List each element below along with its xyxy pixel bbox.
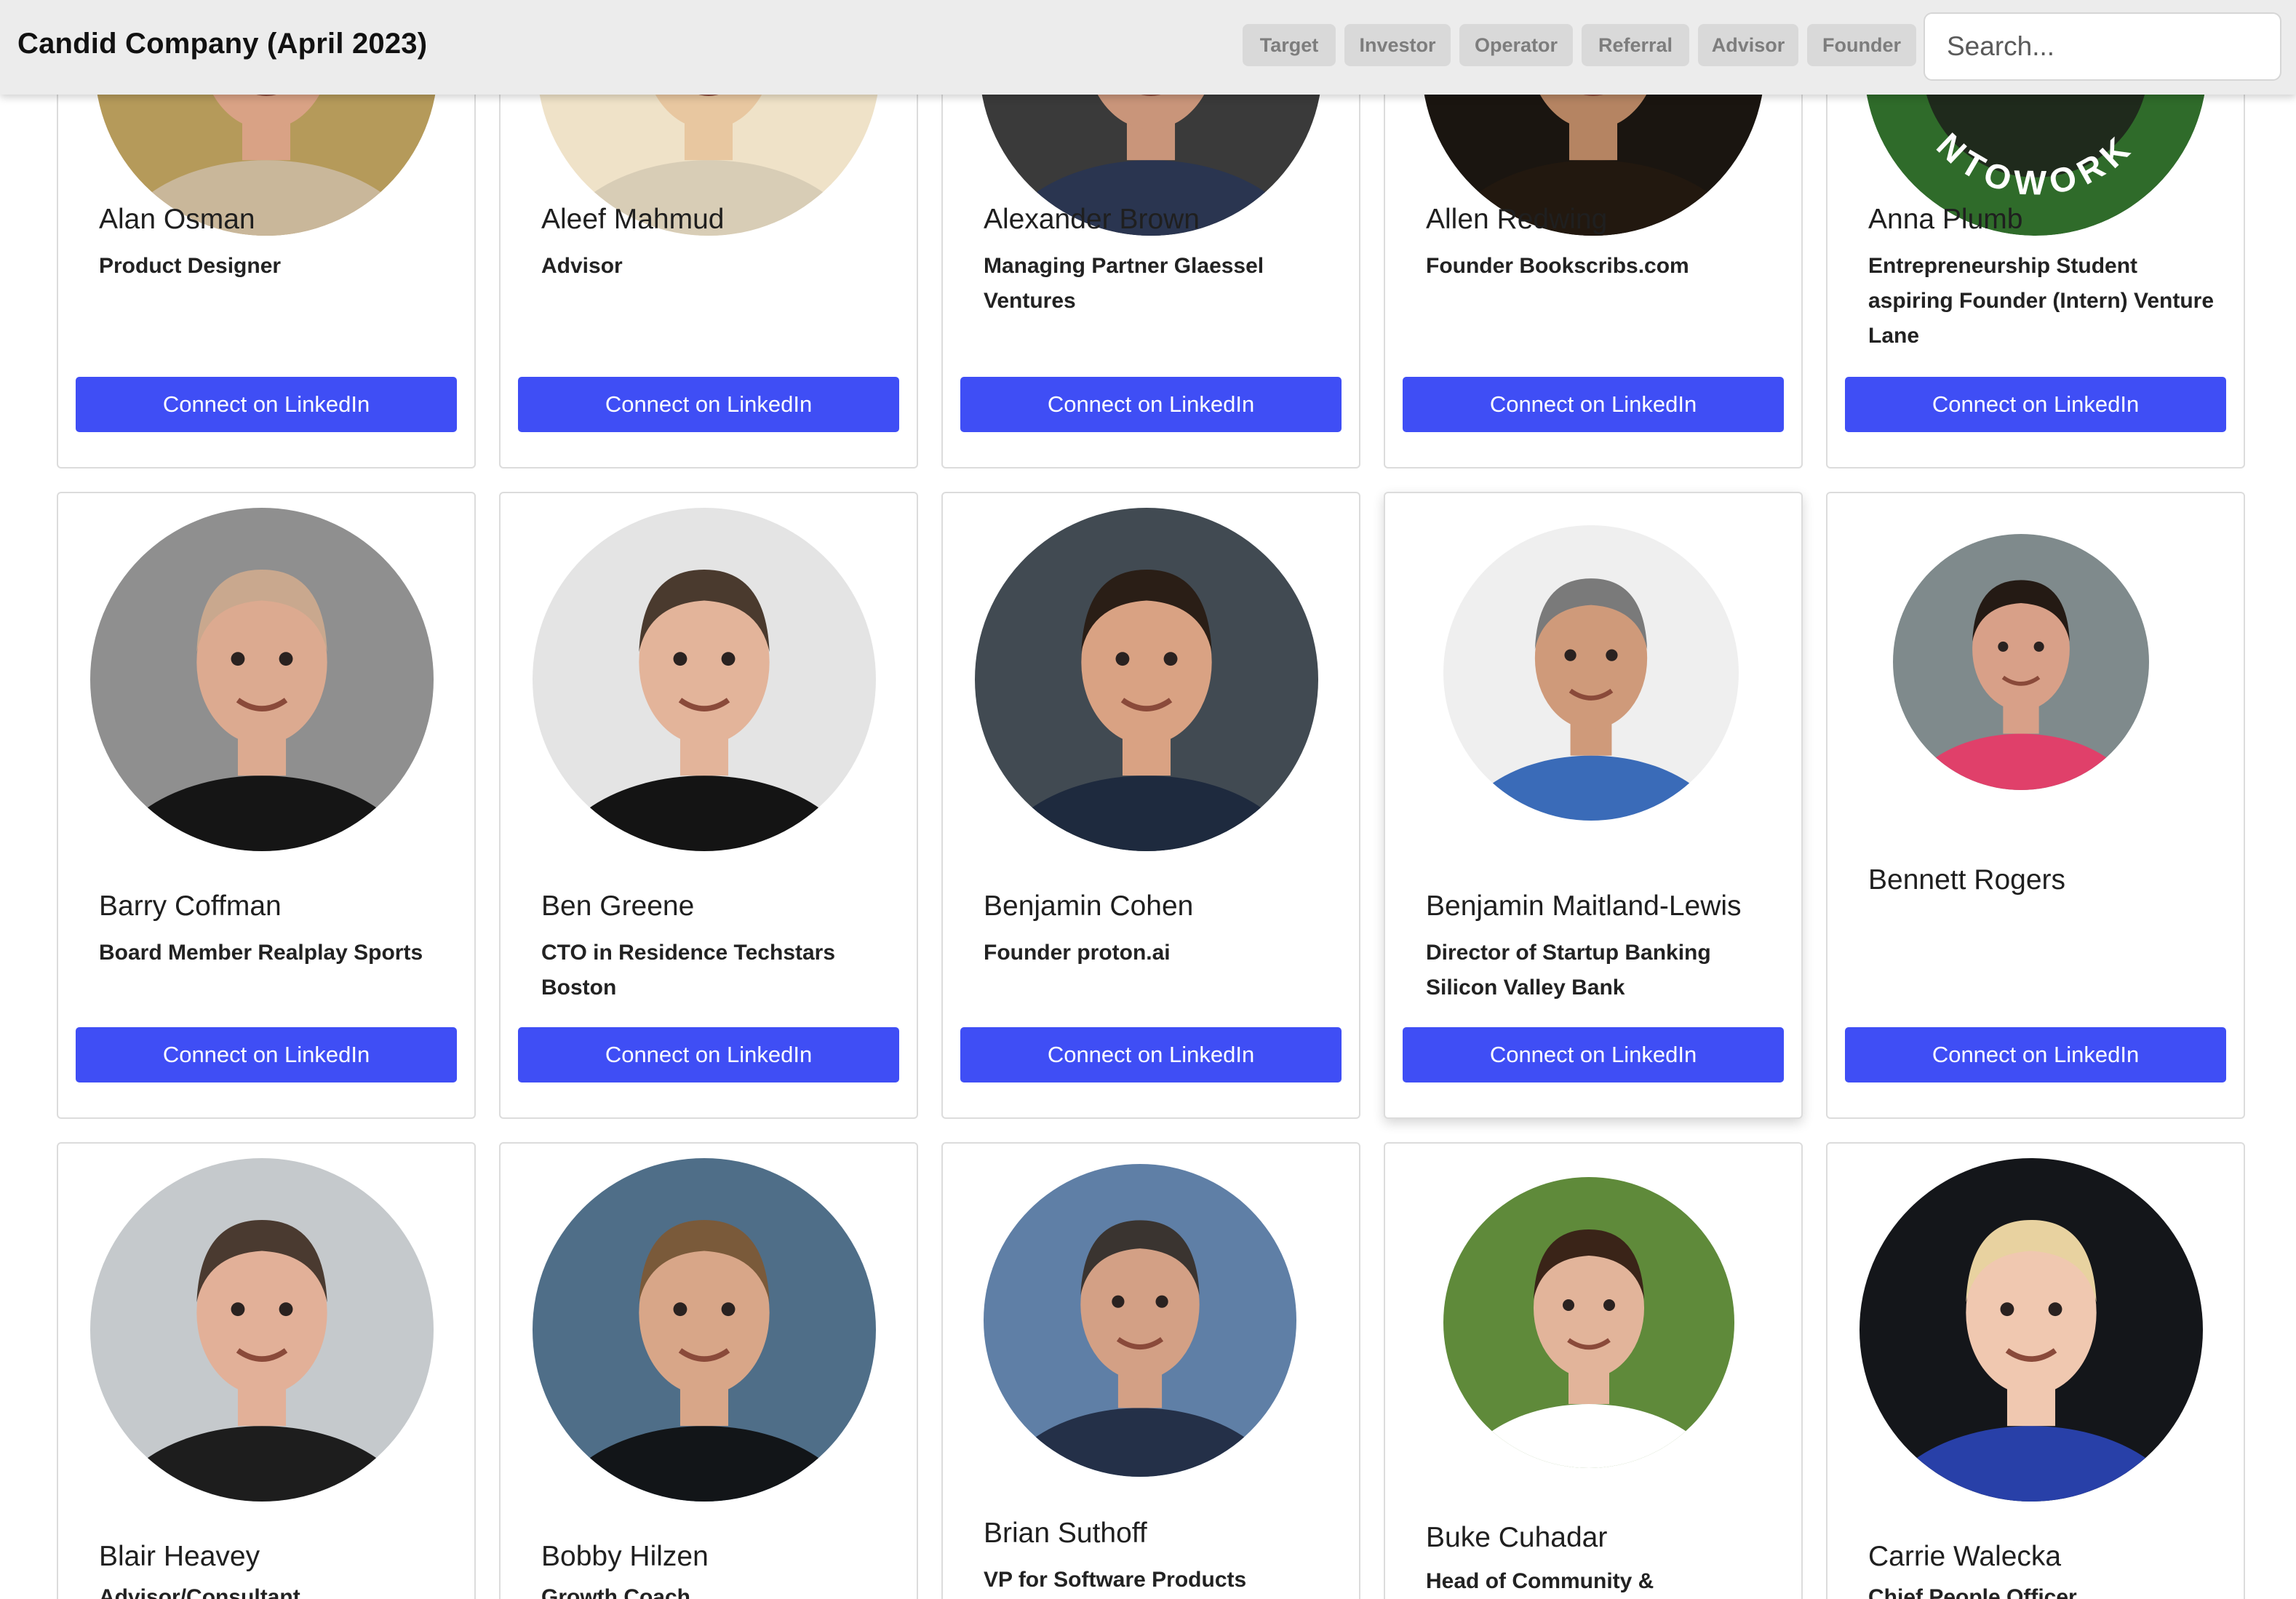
person-name: Allen Redwing [1426,204,1608,235]
connect-linkedin-button[interactable]: Connect on LinkedIn [518,377,899,432]
profile-photo [1443,1177,1734,1468]
person-card: Bennett Rogers Connect on LinkedIn [1826,492,2245,1119]
person-card: Alan Osman Product Designer Connect on L… [57,44,476,468]
person-title: Product Designer [99,254,282,278]
person-name: Brian Suthoff [984,1518,1147,1549]
person-name: Benjamin Maitland-Lewis [1426,890,1742,922]
portrait-graphic [1443,525,1739,821]
page-title: Candid Company (April 2023) [17,28,428,60]
portrait-graphic [984,1164,1296,1477]
portrait-graphic [1443,1177,1734,1468]
person-title: VP for Software Products [984,1568,1247,1592]
profile-photo [1859,1158,2203,1502]
filter-operator[interactable]: Operator [1459,24,1573,66]
connect-linkedin-button[interactable]: Connect on LinkedIn [518,1027,899,1082]
portrait-graphic [533,1158,876,1502]
person-card: Buke Cuhadar Head of Community & [1384,1142,1803,1599]
profile-photo [1893,534,2149,790]
person-title: Advisor [541,254,623,278]
portrait-graphic [90,1158,434,1502]
person-name: Blair Heavey [99,1541,260,1572]
person-title: Director of Startup Banking Silicon Vall… [1426,941,1711,1000]
person-name: Benjamin Cohen [984,890,1194,922]
portrait-graphic [533,508,876,851]
person-name: Ben Greene [541,890,695,922]
filter-investor[interactable]: Investor [1344,24,1451,66]
connect-linkedin-button[interactable]: Connect on LinkedIn [76,377,457,432]
person-card: Benjamin Maitland-Lewis Director of Star… [1384,492,1803,1119]
connect-linkedin-button[interactable]: Connect on LinkedIn [1845,1027,2226,1082]
portrait-graphic [975,508,1318,851]
person-title: Advisor/Consultant [99,1585,300,1599]
person-card: Aleef Mahmud Advisor Connect on LinkedIn [499,44,918,468]
search-input[interactable] [1924,12,2281,81]
person-title: Founder Bookscribs.com [1426,254,1689,278]
person-name: Bobby Hilzen [541,1541,709,1572]
connect-linkedin-button[interactable]: Connect on LinkedIn [76,1027,457,1082]
person-name: Buke Cuhadar [1426,1522,1608,1553]
portrait-graphic [1893,534,2149,790]
profile-photo [533,1158,876,1502]
person-card: Carrie Walecka Chief People Officer [1826,1142,2245,1599]
person-name: Alexander Brown [984,204,1200,235]
profile-photo [90,1158,434,1502]
profile-photo [533,508,876,851]
person-title: Managing Partner Glaessel Ventures [984,254,1264,313]
person-card: Benjamin Cohen Founder proton.ai Connect… [941,492,1360,1119]
person-name: Anna Plumb [1868,204,2023,235]
person-card: Barry Coffman Board Member Realplay Spor… [57,492,476,1119]
app-viewport: Candid Company (April 2023) Target Inves… [0,0,2296,1599]
connect-linkedin-button[interactable]: Connect on LinkedIn [1845,377,2226,432]
connect-linkedin-button[interactable]: Connect on LinkedIn [1403,377,1784,432]
person-name: Alan Osman [99,204,255,235]
person-name: Bennett Rogers [1868,864,2066,896]
portrait-graphic [90,508,434,851]
portrait-graphic [1859,1158,2203,1502]
person-card: Blair Heavey Advisor/Consultant [57,1142,476,1599]
profile-photo [90,508,434,851]
person-title: Board Member Realplay Sports [99,941,423,965]
person-title: Chief People Officer [1868,1585,2077,1599]
person-card: Brian Suthoff VP for Software Products [941,1142,1360,1599]
profile-photo [975,508,1318,851]
person-card: Ben Greene CTO in Residence Techstars Bo… [499,492,918,1119]
profile-photo [984,1164,1296,1477]
filter-advisor[interactable]: Advisor [1698,24,1798,66]
person-card: Allen Redwing Founder Bookscribs.com Con… [1384,44,1803,468]
person-title: Entrepreneurship Student aspiring Founde… [1868,254,2215,348]
filter-founder[interactable]: Founder [1807,24,1916,66]
person-title: Growth Coach [541,1585,691,1599]
person-name: Aleef Mahmud [541,204,725,235]
top-bar: Candid Company (April 2023) Target Inves… [0,0,2296,95]
filter-referral[interactable]: Referral [1582,24,1689,66]
profile-photo [1443,525,1739,821]
person-card: Bobby Hilzen Growth Coach [499,1142,918,1599]
filter-target[interactable]: Target [1243,24,1336,66]
connect-linkedin-button[interactable]: Connect on LinkedIn [960,377,1342,432]
person-title: Founder proton.ai [984,941,1171,965]
connect-linkedin-button[interactable]: Connect on LinkedIn [960,1027,1342,1082]
connect-linkedin-button[interactable]: Connect on LinkedIn [1403,1027,1784,1082]
person-card: Alexander Brown Managing Partner Glaesse… [941,44,1360,468]
person-card: NTOWORK Anna Plumb Entrepreneurship Stud… [1826,44,2245,468]
person-name: Barry Coffman [99,890,282,922]
person-title: Head of Community & [1426,1569,1654,1593]
person-title: CTO in Residence Techstars Boston [541,941,836,1000]
person-name: Carrie Walecka [1868,1541,2062,1572]
